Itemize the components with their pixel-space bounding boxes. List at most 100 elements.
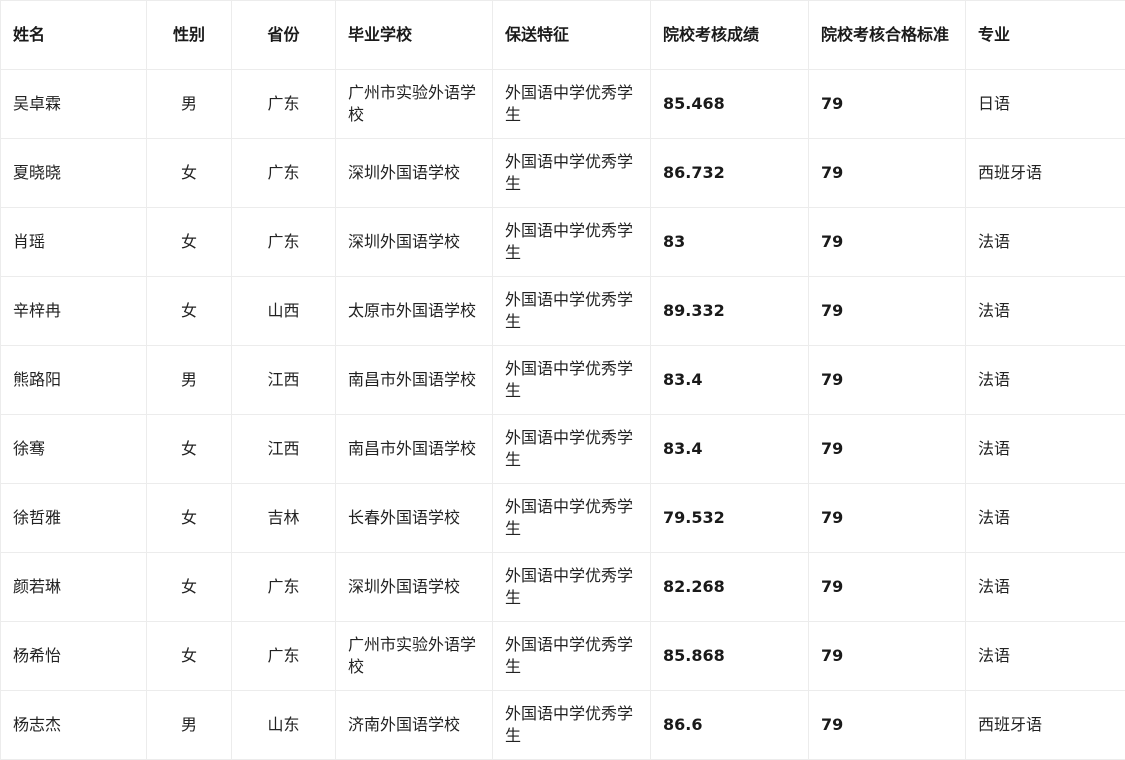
cell-school: 广州市实验外语学校 bbox=[335, 69, 493, 139]
header-row: 姓名 性别 省份 毕业学校 保送特征 院校考核成绩 院校考核合格标准 专业 bbox=[0, 0, 1125, 70]
header-gender: 性别 bbox=[146, 0, 232, 70]
cell-gender: 女 bbox=[146, 138, 232, 208]
cell-province: 广东 bbox=[231, 552, 336, 622]
cell-gender: 女 bbox=[146, 207, 232, 277]
header-standard: 院校考核合格标准 bbox=[808, 0, 966, 70]
cell-standard: 79 bbox=[808, 552, 966, 622]
cell-name: 杨希怡 bbox=[0, 621, 147, 691]
cell-major: 法语 bbox=[965, 552, 1125, 622]
cell-major: 西班牙语 bbox=[965, 138, 1125, 208]
cell-standard: 79 bbox=[808, 207, 966, 277]
cell-name: 熊路阳 bbox=[0, 345, 147, 415]
cell-school: 深圳外国语学校 bbox=[335, 138, 493, 208]
cell-major: 法语 bbox=[965, 207, 1125, 277]
cell-school: 深圳外国语学校 bbox=[335, 207, 493, 277]
table-row: 夏晓晓 女 广东 深圳外国语学校 外国语中学优秀学生 86.732 79 西班牙… bbox=[0, 138, 1125, 208]
cell-province: 山东 bbox=[231, 690, 336, 760]
cell-gender: 男 bbox=[146, 345, 232, 415]
cell-major: 日语 bbox=[965, 69, 1125, 139]
cell-feature: 外国语中学优秀学生 bbox=[492, 207, 651, 277]
cell-major: 法语 bbox=[965, 414, 1125, 484]
cell-major: 法语 bbox=[965, 276, 1125, 346]
cell-score: 82.268 bbox=[650, 552, 809, 622]
cell-standard: 79 bbox=[808, 690, 966, 760]
cell-score: 89.332 bbox=[650, 276, 809, 346]
cell-major: 西班牙语 bbox=[965, 690, 1125, 760]
cell-school: 太原市外国语学校 bbox=[335, 276, 493, 346]
cell-gender: 女 bbox=[146, 552, 232, 622]
cell-feature: 外国语中学优秀学生 bbox=[492, 276, 651, 346]
cell-feature: 外国语中学优秀学生 bbox=[492, 138, 651, 208]
cell-province: 广东 bbox=[231, 621, 336, 691]
cell-major: 法语 bbox=[965, 483, 1125, 553]
table-row: 徐骞 女 江西 南昌市外国语学校 外国语中学优秀学生 83.4 79 法语 bbox=[0, 414, 1125, 484]
cell-school: 南昌市外国语学校 bbox=[335, 414, 493, 484]
cell-province: 广东 bbox=[231, 138, 336, 208]
cell-feature: 外国语中学优秀学生 bbox=[492, 414, 651, 484]
cell-standard: 79 bbox=[808, 483, 966, 553]
cell-feature: 外国语中学优秀学生 bbox=[492, 690, 651, 760]
header-name: 姓名 bbox=[0, 0, 147, 70]
cell-name: 杨志杰 bbox=[0, 690, 147, 760]
cell-gender: 女 bbox=[146, 483, 232, 553]
cell-feature: 外国语中学优秀学生 bbox=[492, 483, 651, 553]
cell-standard: 79 bbox=[808, 345, 966, 415]
cell-name: 吴卓霖 bbox=[0, 69, 147, 139]
cell-standard: 79 bbox=[808, 621, 966, 691]
cell-name: 夏晓晓 bbox=[0, 138, 147, 208]
cell-major: 法语 bbox=[965, 345, 1125, 415]
cell-score: 79.532 bbox=[650, 483, 809, 553]
cell-school: 长春外国语学校 bbox=[335, 483, 493, 553]
cell-score: 85.468 bbox=[650, 69, 809, 139]
cell-standard: 79 bbox=[808, 414, 966, 484]
cell-school: 广州市实验外语学校 bbox=[335, 621, 493, 691]
cell-name: 颜若琳 bbox=[0, 552, 147, 622]
table-row: 杨志杰 男 山东 济南外国语学校 外国语中学优秀学生 86.6 79 西班牙语 bbox=[0, 690, 1125, 760]
cell-gender: 女 bbox=[146, 276, 232, 346]
header-school: 毕业学校 bbox=[335, 0, 493, 70]
cell-standard: 79 bbox=[808, 276, 966, 346]
cell-province: 江西 bbox=[231, 414, 336, 484]
cell-province: 广东 bbox=[231, 69, 336, 139]
cell-province: 江西 bbox=[231, 345, 336, 415]
cell-gender: 男 bbox=[146, 690, 232, 760]
admission-table: 姓名 性别 省份 毕业学校 保送特征 院校考核成绩 院校考核合格标准 专业 吴卓… bbox=[0, 0, 1125, 760]
table-row: 杨希怡 女 广东 广州市实验外语学校 外国语中学优秀学生 85.868 79 法… bbox=[0, 621, 1125, 691]
cell-name: 徐骞 bbox=[0, 414, 147, 484]
table-row: 颜若琳 女 广东 深圳外国语学校 外国语中学优秀学生 82.268 79 法语 bbox=[0, 552, 1125, 622]
cell-feature: 外国语中学优秀学生 bbox=[492, 69, 651, 139]
cell-name: 辛梓冉 bbox=[0, 276, 147, 346]
cell-score: 83.4 bbox=[650, 345, 809, 415]
table-row: 徐哲雅 女 吉林 长春外国语学校 外国语中学优秀学生 79.532 79 法语 bbox=[0, 483, 1125, 553]
header-feature: 保送特征 bbox=[492, 0, 651, 70]
cell-score: 83.4 bbox=[650, 414, 809, 484]
table-row: 肖瑶 女 广东 深圳外国语学校 外国语中学优秀学生 83 79 法语 bbox=[0, 207, 1125, 277]
header-major: 专业 bbox=[965, 0, 1125, 70]
cell-major: 法语 bbox=[965, 621, 1125, 691]
table-row: 辛梓冉 女 山西 太原市外国语学校 外国语中学优秀学生 89.332 79 法语 bbox=[0, 276, 1125, 346]
cell-school: 济南外国语学校 bbox=[335, 690, 493, 760]
cell-name: 徐哲雅 bbox=[0, 483, 147, 553]
cell-score: 85.868 bbox=[650, 621, 809, 691]
cell-standard: 79 bbox=[808, 138, 966, 208]
cell-gender: 女 bbox=[146, 621, 232, 691]
cell-gender: 女 bbox=[146, 414, 232, 484]
cell-name: 肖瑶 bbox=[0, 207, 147, 277]
cell-score: 86.6 bbox=[650, 690, 809, 760]
cell-feature: 外国语中学优秀学生 bbox=[492, 621, 651, 691]
cell-province: 山西 bbox=[231, 276, 336, 346]
cell-feature: 外国语中学优秀学生 bbox=[492, 552, 651, 622]
header-province: 省份 bbox=[231, 0, 336, 70]
cell-score: 83 bbox=[650, 207, 809, 277]
cell-gender: 男 bbox=[146, 69, 232, 139]
cell-province: 广东 bbox=[231, 207, 336, 277]
cell-feature: 外国语中学优秀学生 bbox=[492, 345, 651, 415]
header-score: 院校考核成绩 bbox=[650, 0, 809, 70]
table-row: 吴卓霖 男 广东 广州市实验外语学校 外国语中学优秀学生 85.468 79 日… bbox=[0, 69, 1125, 139]
cell-standard: 79 bbox=[808, 69, 966, 139]
cell-score: 86.732 bbox=[650, 138, 809, 208]
cell-school: 南昌市外国语学校 bbox=[335, 345, 493, 415]
table-row: 熊路阳 男 江西 南昌市外国语学校 外国语中学优秀学生 83.4 79 法语 bbox=[0, 345, 1125, 415]
cell-school: 深圳外国语学校 bbox=[335, 552, 493, 622]
cell-province: 吉林 bbox=[231, 483, 336, 553]
